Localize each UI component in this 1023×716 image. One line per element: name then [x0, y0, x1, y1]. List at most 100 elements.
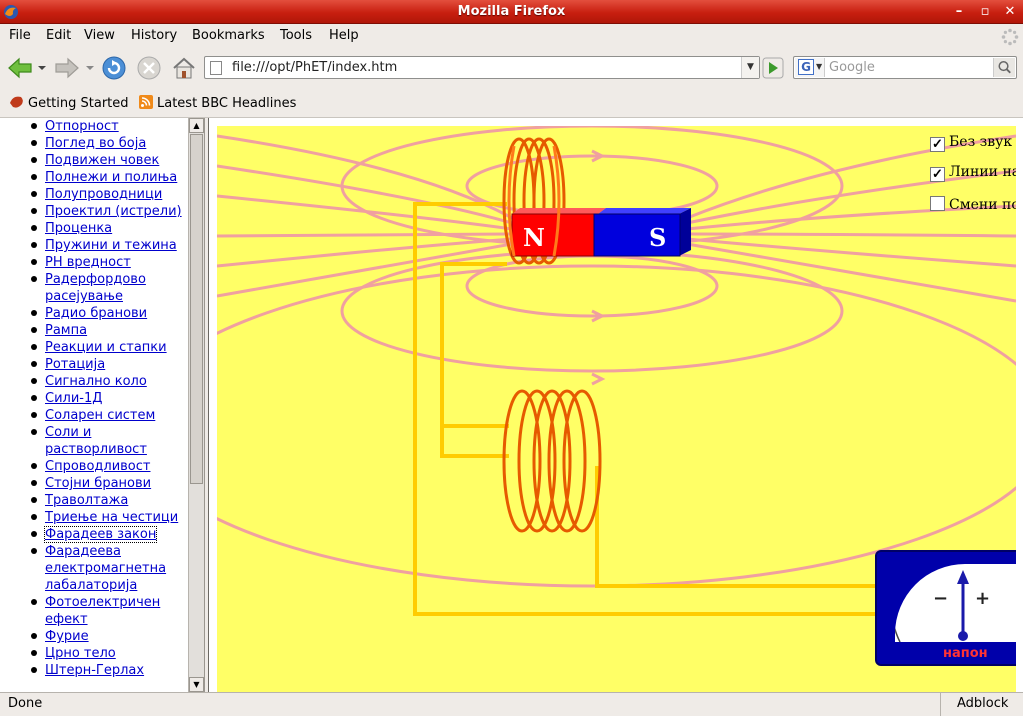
menu-edit[interactable]: Edit	[46, 28, 71, 43]
list-item: Пружини и тежина	[0, 237, 188, 254]
bottom-coil	[502, 389, 602, 533]
simulation-link[interactable]: Фарадеев закон	[43, 526, 158, 543]
voltmeter-label: напон	[943, 646, 988, 661]
url-bar[interactable]: file:///opt/PhET/index.htm ▼	[204, 56, 760, 79]
menu-tools[interactable]: Tools	[280, 28, 312, 43]
list-item: Полнежи и полиња	[0, 169, 188, 186]
simulation-link[interactable]: Рампа	[45, 323, 87, 338]
simulation-link[interactable]: Триење на честици	[45, 510, 178, 525]
checkbox-checked-icon[interactable]: ✓	[930, 167, 945, 182]
simulation-link[interactable]: Фотоелектричен ефект	[45, 595, 160, 627]
simulation-link[interactable]: Радерфордово расејување	[45, 272, 146, 304]
list-item: Радио бранови	[0, 305, 188, 322]
simulation-link[interactable]: Полнежи и полиња	[45, 170, 177, 185]
simulation-link[interactable]: Фурие	[45, 629, 89, 644]
menu-help[interactable]: Help	[329, 28, 359, 43]
simulation-link[interactable]: Стојни бранови	[45, 476, 151, 491]
status-bar: Done Adblock	[0, 692, 1023, 716]
list-item: Спроводливост	[0, 458, 188, 475]
bookmarks-toolbar: Getting Started Latest BBC Headlines	[0, 87, 1023, 118]
simulation-link[interactable]: Штерн-Герлах	[45, 663, 144, 678]
meter-plus-label: +	[975, 588, 990, 609]
checkbox-unchecked-icon[interactable]	[930, 196, 945, 211]
search-icon[interactable]	[993, 58, 1015, 77]
menu-bookmarks[interactable]: Bookmarks	[192, 28, 265, 43]
menu-file[interactable]: File	[9, 28, 31, 43]
list-item: Рампа	[0, 322, 188, 339]
url-history-dropdown[interactable]: ▼	[741, 57, 759, 78]
simulation-link[interactable]: PH вредност	[45, 255, 131, 270]
checkbox-checked-icon[interactable]: ✓	[930, 137, 945, 152]
close-button[interactable]: ✕	[1000, 3, 1020, 21]
search-box[interactable]: G ▼ Google	[793, 56, 1017, 79]
simulation-link[interactable]: Поглед во боја	[45, 136, 146, 151]
bookmark-bbc-headlines[interactable]: Latest BBC Headlines	[138, 95, 296, 111]
list-item: Фотоелектричен ефект	[0, 594, 188, 628]
adblock-button[interactable]: Adblock	[940, 693, 1023, 716]
home-icon[interactable]	[169, 54, 199, 82]
mute-checkbox[interactable]: ✓ Без звук	[930, 134, 1012, 152]
google-icon: G	[798, 59, 814, 75]
simulation-link[interactable]: Спроводливост	[45, 459, 150, 474]
url-text[interactable]: file:///opt/PhET/index.htm	[232, 60, 397, 75]
firefox-bookmark-icon	[10, 96, 23, 108]
simulation-link[interactable]: Проектил (истрели)	[45, 204, 182, 219]
simulation-link[interactable]: Полупроводници	[45, 187, 162, 202]
list-item: Проектил (истрели)	[0, 203, 188, 220]
field-lines-checkbox[interactable]: ✓ Линии на	[930, 164, 1016, 182]
engine-dropdown-icon: ▼	[816, 62, 823, 71]
reload-icon[interactable]	[99, 54, 129, 82]
bookmark-getting-started[interactable]: Getting Started	[9, 95, 129, 111]
simulation-link[interactable]: Црно тело	[45, 646, 116, 661]
list-item: Фарадеева електромагнетна лабалаторија	[0, 543, 188, 594]
scroll-thumb[interactable]	[190, 134, 203, 484]
simulation-link[interactable]: Соларен систем	[45, 408, 155, 423]
forward-icon[interactable]	[52, 54, 82, 82]
simulation-link[interactable]: Реакции и стапки	[45, 340, 167, 355]
bar-magnet: N S	[511, 208, 691, 257]
list-item: Соларен систем	[0, 407, 188, 424]
simulation-list: Отпорност Поглед во боја Подвижен човек Пол…	[0, 118, 188, 679]
simulation-link[interactable]: Ротација	[45, 357, 105, 372]
simulation-link[interactable]: Подвижен човек	[45, 153, 159, 168]
menu-history[interactable]: History	[131, 28, 177, 43]
simulation-link[interactable]: Соли и растворливост	[45, 425, 147, 457]
meter-minus-label: −	[933, 588, 948, 609]
scroll-up-button[interactable]: ▲	[189, 118, 204, 133]
back-history-dropdown-icon[interactable]	[37, 64, 47, 72]
window-title: Mozilla Firefox	[457, 4, 566, 19]
scroll-down-button[interactable]: ▼	[189, 677, 204, 692]
simulation-link[interactable]: Пружини и тежина	[45, 238, 177, 253]
status-text: Done	[8, 696, 43, 711]
voltmeter-dial: − +	[895, 564, 1016, 642]
simulation-link[interactable]: Проценка	[45, 221, 112, 236]
back-icon[interactable]	[5, 54, 35, 82]
stop-icon[interactable]	[134, 54, 164, 82]
minimize-button[interactable]: –	[949, 3, 969, 21]
simulation-link[interactable]: Отпорност	[45, 119, 119, 134]
search-engine-selector[interactable]: G ▼	[795, 58, 825, 77]
list-item: Поглед во боја	[0, 135, 188, 152]
go-icon[interactable]	[762, 57, 784, 79]
throbber-icon	[1001, 28, 1019, 46]
bookmark-label: Getting Started	[28, 96, 129, 111]
title-bar: Mozilla Firefox – ▫ ✕	[0, 0, 1023, 24]
maximize-button[interactable]: ▫	[975, 3, 995, 21]
list-item: Фурие	[0, 628, 188, 645]
sidebar-scrollbar[interactable]: ▲ ▼	[188, 118, 204, 692]
simulation-link[interactable]: Радио бранови	[45, 306, 147, 321]
flip-polarity-checkbox[interactable]: Смени по	[930, 196, 1016, 213]
list-item: Штерн-Герлах	[0, 662, 188, 679]
simulation-link[interactable]: Фарадеева електромагнетна лабалаторија	[45, 544, 166, 593]
simulation-link[interactable]: Сили-1Д	[45, 391, 102, 406]
forward-history-dropdown-icon[interactable]	[85, 64, 95, 72]
menu-view[interactable]: View	[84, 28, 115, 43]
rss-feed-icon	[139, 95, 153, 109]
faraday-simulation[interactable]: N S ✓ Без звук ✓ Линии на Смени по − + н…	[217, 126, 1016, 692]
list-item: Сили-1Д	[0, 390, 188, 407]
simulation-link[interactable]: Траволтажа	[45, 493, 128, 508]
checkbox-label: Смени по	[949, 197, 1016, 213]
search-placeholder[interactable]: Google	[829, 60, 875, 75]
list-item: Сигнално коло	[0, 373, 188, 390]
simulation-link[interactable]: Сигнално коло	[45, 374, 147, 389]
